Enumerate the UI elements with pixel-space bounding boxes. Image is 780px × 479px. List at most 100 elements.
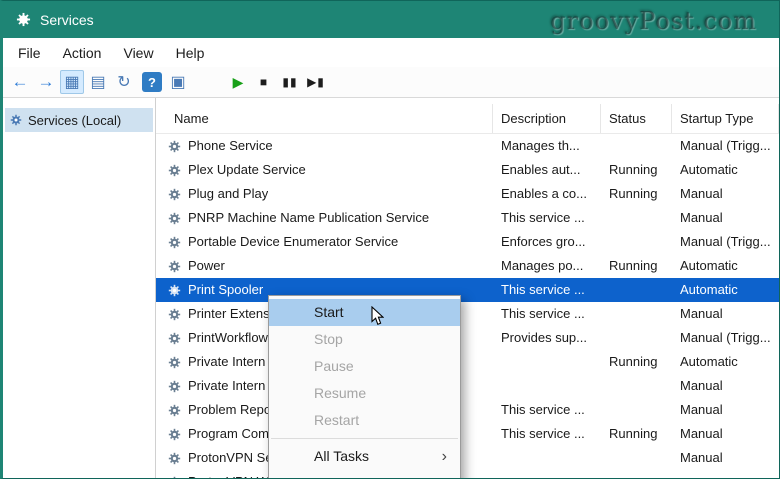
service-row-program-com[interactable]: Program ComThis service ...RunningManual xyxy=(156,422,779,446)
service-description: This service ... xyxy=(493,302,601,326)
start-service-icon[interactable]: ▶ xyxy=(226,70,250,94)
context-menu-item-resume: Resume xyxy=(269,380,460,407)
service-name: ProtonVPN Se xyxy=(188,446,273,470)
column-header-description[interactable]: Description xyxy=(493,104,601,133)
stop-service-icon[interactable]: ■ xyxy=(252,70,276,94)
service-startup-type: Manual xyxy=(672,182,779,206)
service-name: Plex Update Service xyxy=(188,158,306,182)
service-status xyxy=(601,302,672,326)
context-menu-item-pause: Pause xyxy=(269,353,460,380)
service-description: Manages po... xyxy=(493,254,601,278)
service-gear-icon xyxy=(168,188,181,201)
column-header-startup-type[interactable]: Startup Type xyxy=(672,104,779,133)
service-name: Print Spooler xyxy=(188,278,263,302)
service-row-phone-service[interactable]: Phone ServiceManages th...Manual (Trigg.… xyxy=(156,134,779,158)
context-menu-item-label: All Tasks xyxy=(314,448,369,464)
service-startup-type: Automatic xyxy=(672,158,779,182)
service-name: Power xyxy=(188,254,225,278)
service-name: PrintWorkflow xyxy=(188,326,268,350)
service-gear-icon xyxy=(168,284,181,297)
export-list-icon[interactable]: ▤ xyxy=(86,70,110,94)
service-description: This service ... xyxy=(493,422,601,446)
service-startup-type: Manual (Trigg... xyxy=(672,326,779,350)
sidebar-item-label: Services (Local) xyxy=(28,113,121,128)
service-status xyxy=(601,446,672,470)
service-startup-type: Manual xyxy=(672,446,779,470)
context-menu-item-all-tasks[interactable]: All Tasks › xyxy=(269,443,460,470)
service-row-private-intern[interactable]: Private InternRunningAutomatic xyxy=(156,350,779,374)
service-row-private-intern[interactable]: Private Intern Manual xyxy=(156,374,779,398)
show-console-tree-icon[interactable]: ▦ xyxy=(60,70,84,94)
column-header-status[interactable]: Status xyxy=(601,104,672,133)
service-gear-icon xyxy=(168,356,181,369)
service-name: Private Intern xyxy=(188,350,265,374)
service-row-power[interactable]: Power Manages po...RunningAutomatic xyxy=(156,254,779,278)
forward-icon[interactable]: → xyxy=(34,70,58,94)
service-description: This service ... xyxy=(493,206,601,230)
service-row-plex-update-service[interactable]: Plex Update ServiceEnables aut...Running… xyxy=(156,158,779,182)
service-gear-icon xyxy=(168,452,181,465)
service-description: Manages th... xyxy=(493,134,601,158)
service-row-print-spooler[interactable]: Print Spooler This service ... Automatic xyxy=(156,278,779,302)
service-name-cell: PNRP Machine Name Publication Service xyxy=(156,206,493,230)
title-bar[interactable]: Services groovyPost.com xyxy=(3,1,779,38)
context-menu-item-label: Stop xyxy=(314,331,343,347)
service-row-pnrp-machine-name-publication-service[interactable]: PNRP Machine Name Publication Service Thi… xyxy=(156,206,779,230)
service-name: Plug and Play xyxy=(188,182,268,206)
service-startup-type: Manual xyxy=(672,302,779,326)
submenu-arrow-icon: › xyxy=(442,443,447,470)
service-status: Running xyxy=(601,350,672,374)
service-row-protonvpn-se[interactable]: ProtonVPN Se Manual xyxy=(156,446,779,470)
service-gear-icon xyxy=(168,380,181,393)
service-status xyxy=(601,374,672,398)
service-row-plug-and-play[interactable]: Plug and PlayEnables a co...RunningManua… xyxy=(156,182,779,206)
service-status xyxy=(601,230,672,254)
service-row-problem-repo[interactable]: Problem RepoThis service ...Manual xyxy=(156,398,779,422)
service-gear-icon xyxy=(168,140,181,153)
restart-service-icon[interactable]: ▶▮ xyxy=(304,70,328,94)
context-menu: StartStopPauseResumeRestartAll Tasks› xyxy=(268,295,461,479)
service-description xyxy=(493,446,601,470)
menu-action[interactable]: Action xyxy=(52,41,113,65)
service-description xyxy=(493,470,601,478)
service-gear-icon xyxy=(168,260,181,273)
service-description: This service ... xyxy=(493,278,601,302)
service-row-portable-device-enumerator-service[interactable]: Portable Device Enumerator ServiceEnforc… xyxy=(156,230,779,254)
service-startup-type: Automatic xyxy=(672,278,779,302)
service-row-protonvpn-w[interactable]: ProtonVPN W xyxy=(156,470,779,478)
pause-service-icon[interactable]: ▮▮ xyxy=(278,70,302,94)
sidebar-item-services-local[interactable]: Services (Local) xyxy=(5,108,153,132)
services-local-icon xyxy=(10,114,22,126)
help-icon[interactable]: ? xyxy=(142,72,162,92)
menu-help[interactable]: Help xyxy=(165,41,216,65)
service-name: Program Com xyxy=(188,422,269,446)
service-name: PNRP Machine Name Publication Service xyxy=(188,206,429,230)
menu-file[interactable]: File xyxy=(7,41,52,65)
context-menu-item-stop: Stop xyxy=(269,326,460,353)
service-gear-icon xyxy=(168,404,181,417)
service-description: This service ... xyxy=(493,398,601,422)
service-status: Running xyxy=(601,254,672,278)
properties-icon[interactable]: ▣ xyxy=(166,70,190,94)
service-description: Enables a co... xyxy=(493,182,601,206)
service-startup-type: Automatic xyxy=(672,254,779,278)
service-row-printworkflow[interactable]: PrintWorkflowProvides sup...Manual (Trig… xyxy=(156,326,779,350)
service-row-printer-extens[interactable]: Printer ExtensThis service ...Manual xyxy=(156,302,779,326)
services-window: Services groovyPost.com FileActionViewHe… xyxy=(0,0,780,479)
service-startup-type: Manual xyxy=(672,374,779,398)
service-status xyxy=(601,326,672,350)
service-gear-icon xyxy=(168,308,181,321)
service-name: Private Intern xyxy=(188,374,265,398)
column-header-name[interactable]: Name xyxy=(156,104,493,133)
service-description xyxy=(493,350,601,374)
service-startup-type xyxy=(672,470,779,478)
service-name: ProtonVPN W xyxy=(188,470,269,478)
context-menu-item-label: Resume xyxy=(314,385,366,401)
context-menu-item-start[interactable]: Start xyxy=(269,299,460,326)
service-name: Portable Device Enumerator Service xyxy=(188,230,398,254)
menu-view[interactable]: View xyxy=(112,41,164,65)
refresh-icon[interactable]: ↻ xyxy=(112,70,136,94)
table-header: Name Description Status Startup Type xyxy=(156,104,779,134)
service-name: Problem Repo xyxy=(188,398,271,422)
back-icon[interactable]: ← xyxy=(8,70,32,94)
